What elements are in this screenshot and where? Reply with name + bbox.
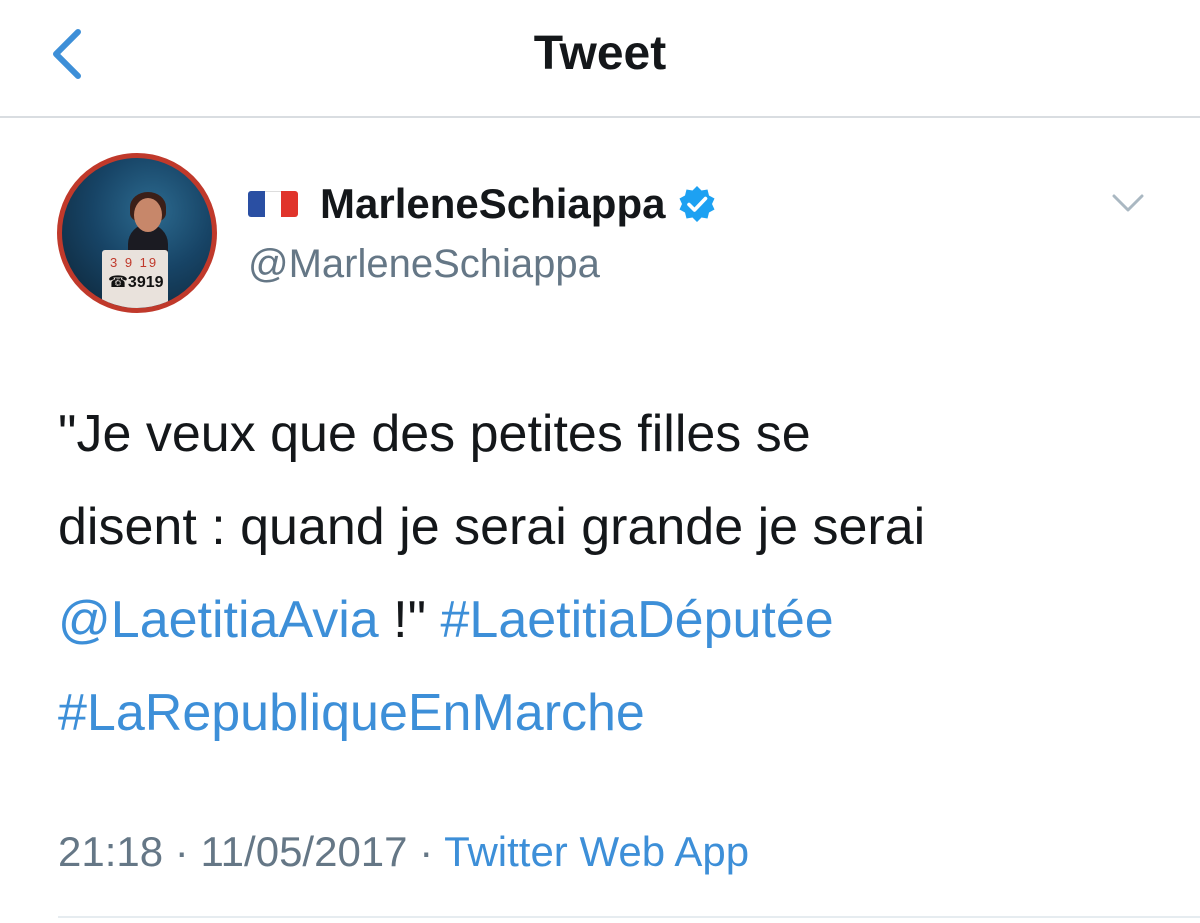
meta-separator: · (407, 828, 445, 875)
tweet-text-line: #LaRepubliqueEnMarche (58, 667, 1158, 760)
page-title: Tweet (533, 27, 667, 80)
author-name-row: MarleneSchiappa (248, 178, 717, 230)
tweet-text: "Je veux que des petites filles se disen… (58, 388, 1158, 760)
verified-badge-icon (679, 186, 715, 222)
author-display-name[interactable]: MarleneSchiappa (320, 178, 665, 230)
meta-separator: · (163, 828, 201, 875)
tweet-source-link[interactable]: Twitter Web App (444, 828, 749, 875)
chevron-down-icon (1112, 194, 1144, 212)
tweet-time: 21:18 (58, 828, 164, 875)
tweet-text-line: "Je veux que des petites filles se (58, 405, 811, 463)
tweet-date: 11/05/2017 (200, 828, 408, 875)
lectern-digits: 3 9 19 (110, 255, 159, 270)
avatar-lectern: 3 9 19 ☎3919 (102, 250, 168, 308)
tweet-text-line: @LaetitiaAvia !" #LaetitiaDéputée (58, 574, 1158, 667)
navigation-bar: Tweet (0, 0, 1200, 118)
tweet-metadata: 21:18 · 11/05/2017 · Twitter Web App (58, 822, 749, 882)
author-handle[interactable]: @MarleneSchiappa (248, 238, 600, 290)
hashtag-link[interactable]: #LaRepubliqueEnMarche (58, 684, 645, 742)
avatar[interactable]: 3 9 19 ☎3919 (57, 153, 217, 313)
tweet-menu-button[interactable] (1106, 186, 1150, 222)
lectern-number: ☎3919 (108, 274, 164, 291)
mention-link[interactable]: @LaetitiaAvia (58, 591, 379, 649)
divider (58, 916, 1200, 918)
tweet-text-line: disent : quand je serai grande je serai (58, 498, 926, 556)
hashtag-link[interactable]: #LaetitiaDéputée (441, 591, 834, 649)
france-flag-icon (248, 191, 298, 217)
tweet-text-fragment: !" (378, 591, 441, 649)
